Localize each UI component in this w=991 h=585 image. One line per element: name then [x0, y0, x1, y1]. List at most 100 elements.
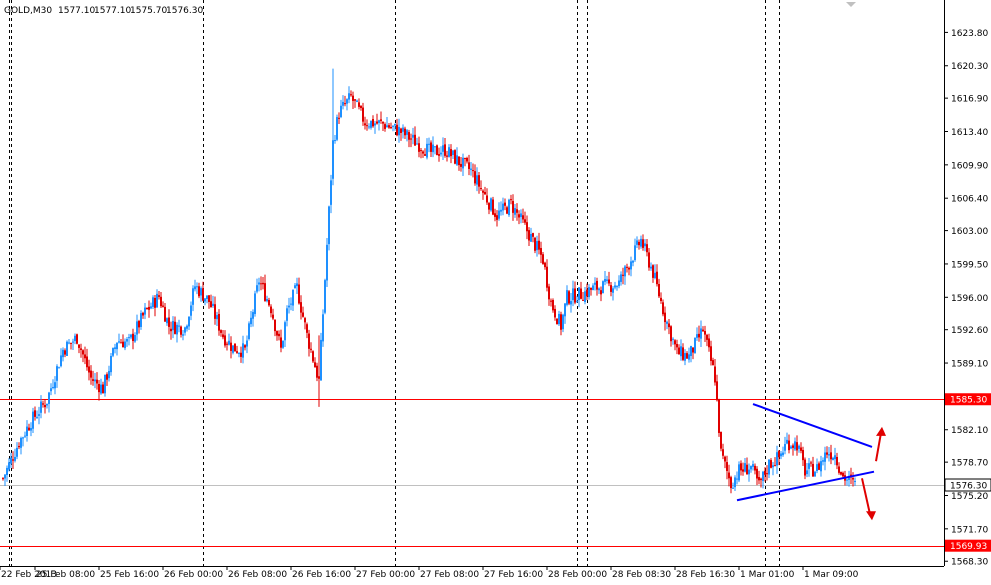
bear-candle-body: [580, 288, 582, 299]
bull-candle-body: [618, 280, 620, 287]
bull-candle-body: [462, 157, 464, 169]
bull-candle-body: [456, 155, 458, 165]
bull-candle-body: [470, 168, 472, 170]
price-axis-label: 1620.30: [951, 62, 988, 72]
bull-candle-body: [184, 327, 186, 333]
bull-candle-body: [186, 325, 188, 329]
bull-candle-body: [768, 459, 770, 475]
bear-candle-body: [596, 280, 598, 290]
bull-candle-body: [288, 305, 290, 308]
bear-candle-body: [400, 128, 402, 133]
bull-candle-body: [500, 209, 502, 212]
bull-candle-body: [576, 301, 578, 303]
bear-candle-body: [208, 295, 210, 302]
bull-candle-body: [40, 401, 42, 413]
bull-candle-body: [16, 447, 18, 457]
symbol-label: GOLD,M30: [4, 6, 52, 16]
bear-candle-body: [306, 324, 308, 333]
price-axis-label: 1596.00: [951, 294, 988, 304]
bull-candle-body: [598, 288, 600, 291]
bull-candle-body: [816, 464, 818, 471]
bear-candle-body: [298, 284, 300, 304]
bull-candle-body: [536, 241, 538, 251]
bear-candle-body: [642, 239, 644, 248]
bear-candle-body: [224, 335, 226, 346]
bull-candle-body: [508, 199, 510, 216]
bear-candle-body: [308, 333, 310, 349]
bull-candle-body: [356, 100, 358, 102]
bull-candle-body: [772, 465, 774, 468]
bear-candle-body: [840, 472, 842, 475]
bull-candle-body: [284, 322, 286, 341]
bull-candle-body: [520, 213, 522, 218]
bull-candle-body: [502, 203, 504, 211]
bear-candle-body: [170, 328, 172, 332]
bear-candle-body: [556, 318, 558, 325]
bull-candle-body: [782, 452, 784, 456]
bull-candle-body: [434, 146, 436, 148]
bear-candle-body: [802, 450, 804, 461]
bull-candle-body: [26, 426, 28, 437]
bull-candle-body: [342, 101, 344, 106]
bull-candle-body: [182, 334, 184, 336]
chart-window[interactable]: 1623.80 1620.30 1616.90 1613.40 1609.90 1606.…: [0, 0, 991, 585]
candlestick-chart[interactable]: 1623.80 1620.30 1616.90 1613.40 1609.90 1606.…: [0, 0, 991, 585]
bull-candle-body: [192, 288, 194, 305]
price-axis-label: 1599.50: [951, 260, 988, 270]
breakdown-arrow-shaft: [861, 478, 871, 515]
bear-candle-body: [446, 155, 448, 157]
bear-candle-body: [764, 470, 766, 475]
bull-candle-body: [290, 303, 292, 305]
bull-candle-body: [6, 467, 8, 476]
bear-candle-body: [758, 477, 760, 481]
bull-candle-body: [282, 340, 284, 348]
time-axis-label: 27 Feb 00:00: [356, 570, 415, 580]
bull-candle-body: [140, 313, 142, 327]
bull-candle-body: [452, 150, 454, 156]
bull-candle-body: [152, 297, 154, 307]
price-axis-label: 1568.30: [951, 558, 988, 568]
bull-candle-body: [320, 339, 322, 381]
bear-candle-body: [742, 469, 744, 472]
bull-candle-body: [828, 454, 830, 456]
bull-candle-body: [498, 210, 500, 219]
bull-candle-body: [594, 282, 596, 285]
bear-candle-body: [546, 266, 548, 288]
price-axis-label: 1571.70: [951, 525, 988, 535]
time-axis-label: 1 Mar 01:00: [740, 570, 795, 580]
bear-candle-body: [552, 300, 554, 311]
bull-candle-body: [780, 453, 782, 457]
bull-candle-body: [200, 288, 202, 296]
bear-candle-body: [98, 383, 100, 393]
bull-candle-body: [530, 234, 532, 242]
bear-candle-body: [280, 337, 282, 348]
bear-candle-body: [390, 127, 392, 129]
bear-candle-body: [78, 344, 80, 348]
bear-candle-body: [424, 154, 426, 156]
bull-candle-body: [428, 143, 430, 145]
bear-candle-body: [64, 350, 66, 355]
current-price-label: 1576.30: [950, 482, 987, 492]
bear-candle-body: [168, 317, 170, 327]
bull-candle-body: [514, 208, 516, 215]
bull-candle-body: [806, 470, 808, 475]
bear-candle-body: [568, 291, 570, 304]
bear-candle-body: [84, 354, 86, 359]
bear-candle-body: [466, 157, 468, 162]
bull-candle-body: [24, 435, 26, 437]
bear-candle-body: [86, 356, 88, 368]
bull-candle-body: [440, 152, 442, 155]
bear-candle-body: [316, 365, 318, 378]
bear-candle-body: [360, 105, 362, 109]
bull-candle-body: [176, 324, 178, 335]
bear-candle-body: [686, 353, 688, 359]
bear-candle-body: [82, 350, 84, 355]
bear-candle-body: [512, 201, 514, 213]
bear-candle-body: [676, 343, 678, 348]
bear-candle-body: [716, 381, 718, 401]
bull-candle-body: [834, 455, 836, 460]
bull-candle-body: [744, 463, 746, 472]
bear-candle-body: [836, 456, 838, 466]
bear-candle-body: [838, 466, 840, 473]
day-separator-grid: [9, 0, 780, 566]
